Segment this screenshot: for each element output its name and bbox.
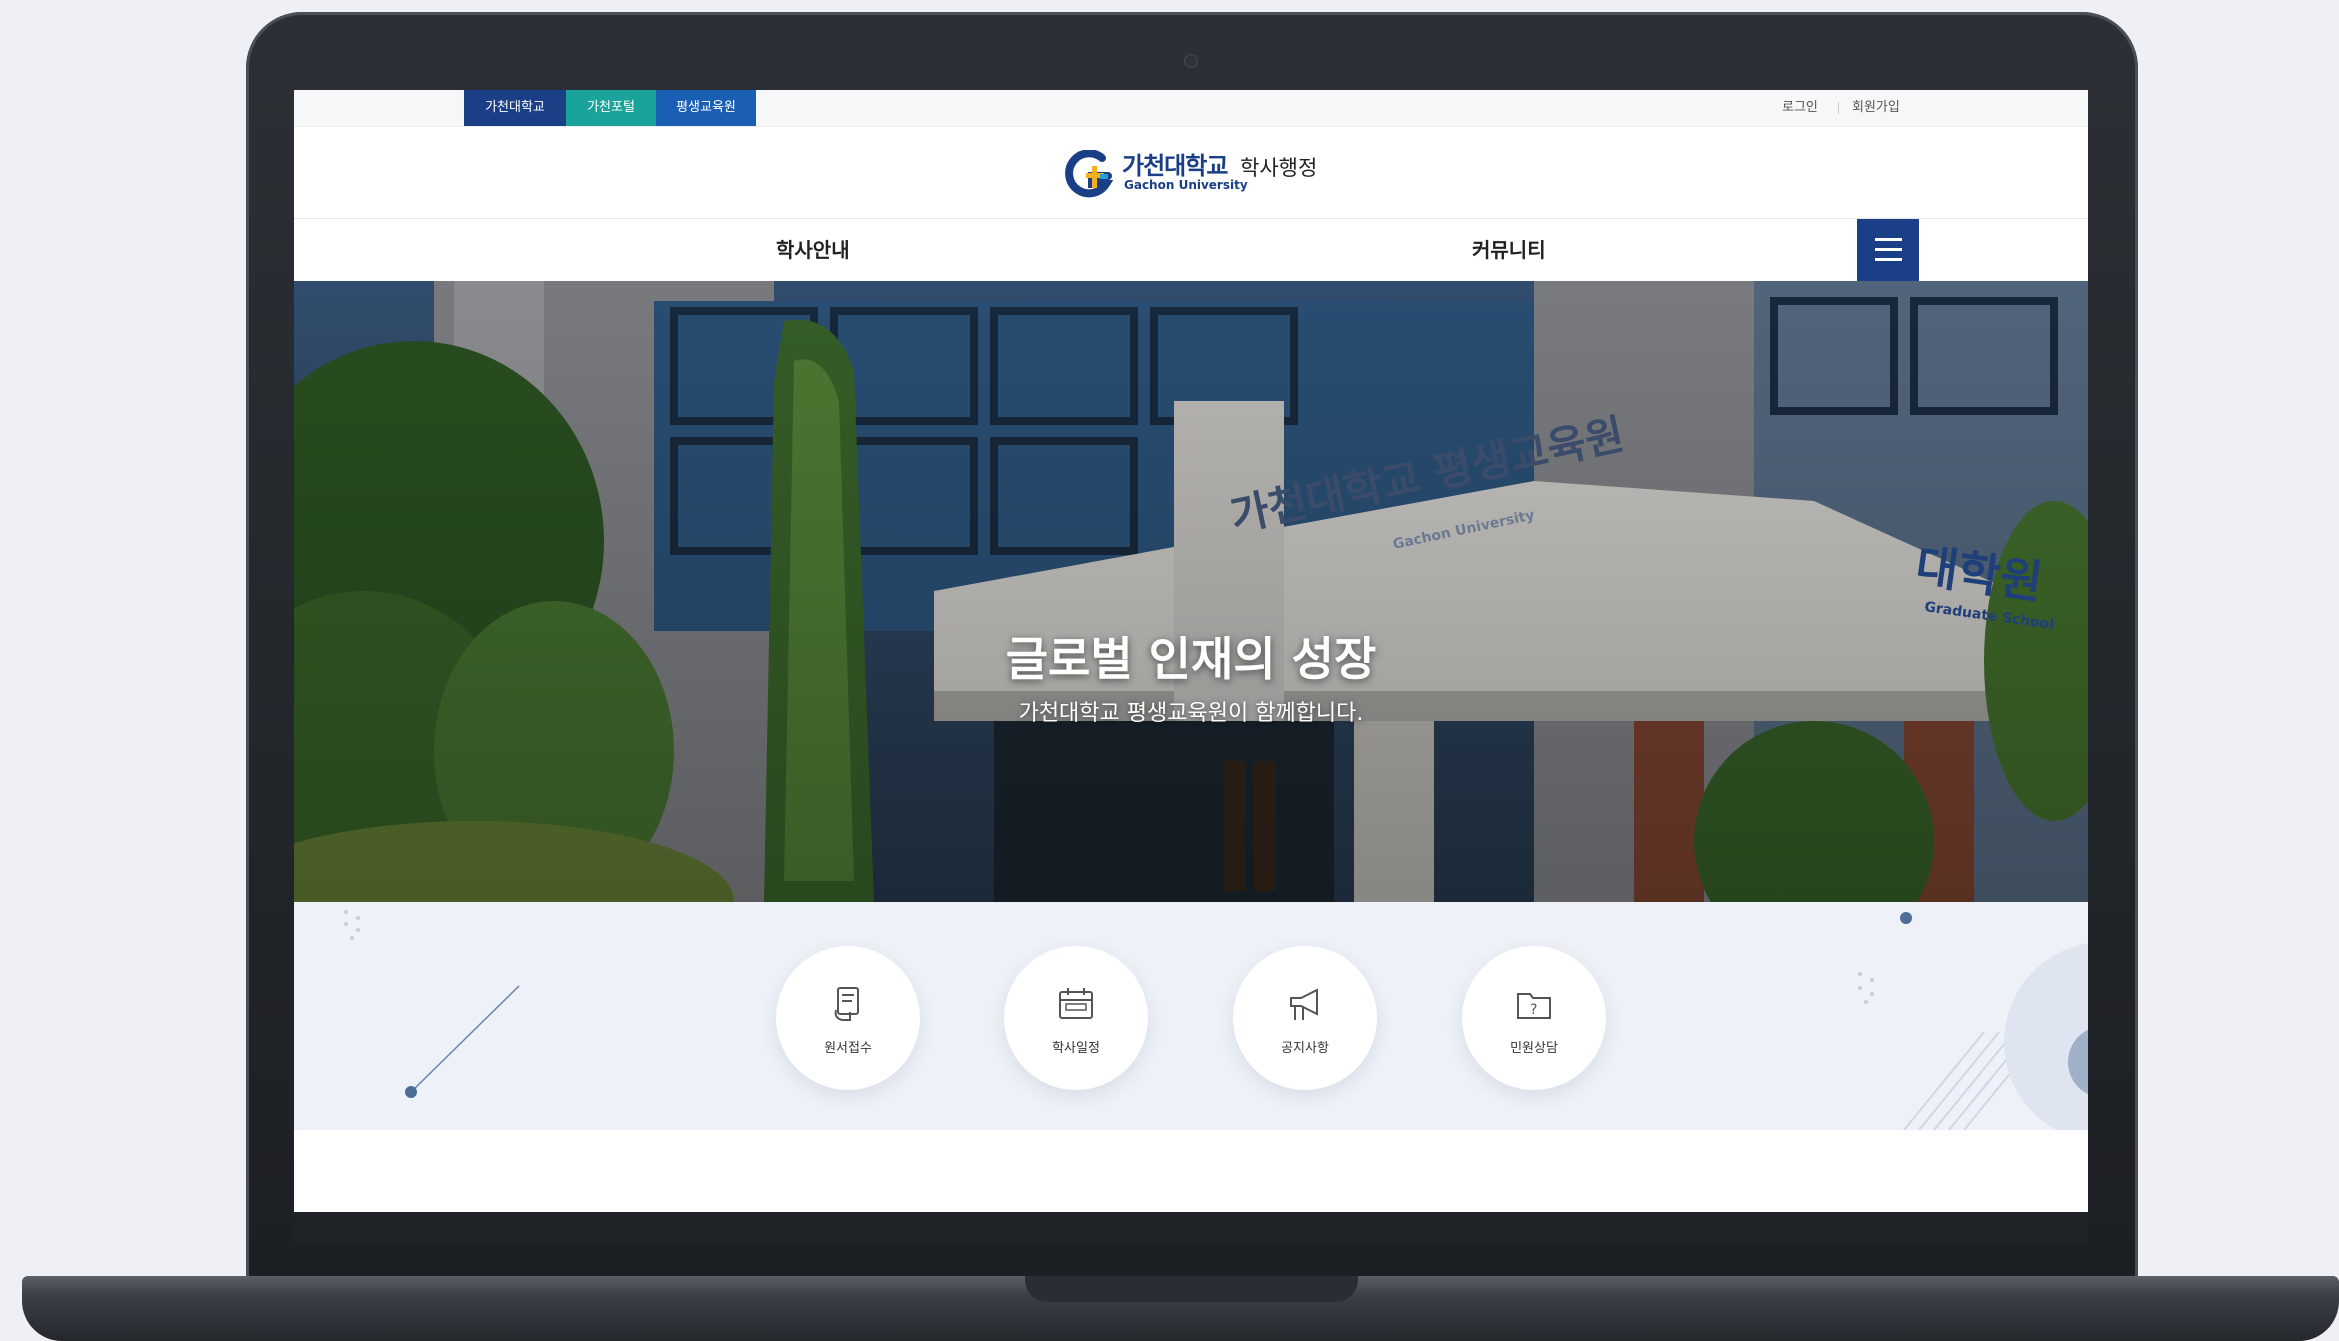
divider [1838,102,1839,114]
application-icon [834,987,859,1021]
calendar-icon [1059,988,1093,1019]
megaphone-icon [1290,988,1318,1020]
nav-item-community[interactable]: 커뮤니티 [1472,219,1546,281]
quick-link-academic-calendar[interactable]: 학사일정 [1004,946,1148,1090]
hero-subtitle: 가천대학교 평생교육원이 함께합니다. [1018,701,1364,726]
logo-korean-name: 가천대학교 [1122,152,1228,180]
hero-banner: 가천대학교 평생교육원 Gachon University 대학원 Gradua… [294,281,2088,902]
quick-link-label: 학사일정 [1052,1041,1100,1056]
top-utility-bar: 가천대학교 가천포털 평생교육원 로그인 회원가입 [294,90,2088,127]
tab-gachon-portal[interactable]: 가천포털 [566,90,656,126]
quick-link-notices[interactable]: 공지사항 [1233,946,1377,1090]
hamburger-icon[interactable] [1857,219,1919,281]
main-navigation: 학사안내 커뮤니티 [294,218,2088,282]
browser-screen: 가천대학교 가천포털 평생교육원 로그인 회원가입 가천대학교 Gachon U… [294,90,2088,1212]
quick-link-label: 민원상담 [1510,1041,1558,1056]
svg-text:?: ? [1530,1002,1537,1018]
folder-question-icon: ? [1517,993,1551,1019]
laptop-bezel [294,1212,2088,1242]
decorative-background [344,910,2088,1130]
quick-links-section: 원서접수 학사일정 공지사항 ? 민원상담 [294,902,2088,1130]
content-area [294,1130,2088,1212]
site-subtitle: 학사행정 [1240,156,1318,180]
quick-link-label: 공지사항 [1281,1041,1329,1056]
hero-title: 글로벌 인재의 성장 [1005,632,1377,686]
logo-english-name: Gachon University [1124,178,1248,192]
tab-gachon-university[interactable]: 가천대학교 [464,90,566,126]
site-logo[interactable]: 가천대학교 Gachon University 학사행정 [294,126,2088,218]
signup-link[interactable]: 회원가입 [1852,90,1900,126]
quick-link-label: 원서접수 [824,1041,872,1056]
camera-icon [1184,54,1198,68]
tab-lifelong-education[interactable]: 평생교육원 [656,90,756,126]
gachon-logo-icon [1065,150,1114,198]
login-link[interactable]: 로그인 [1782,90,1818,126]
nav-item-academic-guide[interactable]: 학사안내 [776,219,850,281]
laptop-notch [1025,1276,1358,1302]
campus-building-image: 가천대학교 평생교육원 Gachon University 대학원 Gradua… [294,281,2088,902]
quick-link-application[interactable]: 원서접수 [776,946,920,1090]
quick-link-civil-consultation[interactable]: ? 민원상담 [1462,946,1606,1090]
